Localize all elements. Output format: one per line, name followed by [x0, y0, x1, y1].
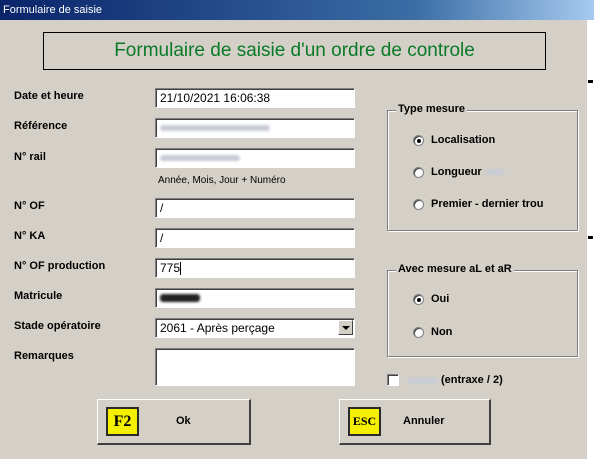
- entraxe-label: (entraxe / 2): [441, 374, 503, 386]
- f2-key-icon: F2: [106, 407, 139, 436]
- ka-field[interactable]: /: [155, 228, 355, 248]
- rail-hint: Année, Mois, Jour + Numéro: [158, 175, 286, 186]
- date-field[interactable]: 21/10/2021 16:06:38: [155, 88, 355, 108]
- form-banner: Formulaire de saisie d'un ordre de contr…: [43, 32, 546, 70]
- reference-redacted: [160, 124, 270, 131]
- stade-select[interactable]: 2061 - Après perçage: [155, 318, 355, 338]
- mesure-al-ar-title: Avec mesure aL et aR: [396, 263, 514, 275]
- ok-button-label: Ok: [176, 415, 191, 427]
- f2-key-text: F2: [113, 412, 132, 430]
- form-banner-title: Formulaire de saisie d'un ordre de contr…: [114, 40, 475, 61]
- remarques-field[interactable]: [155, 348, 355, 386]
- window-title: Formulaire de saisie: [3, 4, 103, 16]
- of-production-field-value: 775: [160, 261, 181, 275]
- cancel-button[interactable]: ESC Annuler: [339, 399, 491, 445]
- rail-field[interactable]: [155, 148, 355, 168]
- edge-tick: [588, 236, 593, 239]
- rail-redacted: [160, 154, 240, 161]
- matricule-label: Matricule: [14, 290, 63, 302]
- edge-tick: [588, 80, 593, 83]
- date-label: Date et heure: [14, 90, 84, 102]
- text-cursor: [180, 262, 182, 276]
- esc-key-icon: ESC: [348, 407, 381, 436]
- radio-button[interactable]: [413, 166, 424, 178]
- radio-label: Longueur: [431, 166, 482, 178]
- radio-button[interactable]: [413, 134, 424, 146]
- radio-premier-dernier-trou[interactable]: Premier - dernier trou: [413, 198, 543, 210]
- radio-label: Non: [431, 326, 453, 338]
- longueur-redacted: [485, 169, 504, 175]
- remarques-label: Remarques: [14, 350, 74, 362]
- mesure-al-ar-group: Avec mesure aL et aR Oui Non: [387, 263, 578, 357]
- radio-button[interactable]: [413, 293, 424, 305]
- radio-label: Localisation: [431, 134, 496, 146]
- date-field-value: 21/10/2021 16:06:38: [160, 91, 271, 105]
- esc-key-text: ESC: [352, 414, 377, 428]
- entraxe-checkbox[interactable]: [387, 374, 399, 386]
- of-field[interactable]: /: [155, 198, 355, 218]
- radio-oui[interactable]: Oui: [413, 293, 449, 305]
- ka-label: N° KA: [14, 230, 46, 242]
- of-field-value: /: [160, 201, 164, 215]
- reference-field[interactable]: [155, 118, 355, 138]
- radio-button[interactable]: [413, 326, 424, 338]
- radio-label: Premier - dernier trou: [431, 198, 544, 210]
- cancel-button-label: Annuler: [403, 415, 445, 427]
- matricule-redacted: [160, 293, 200, 302]
- entraxe-redacted: [407, 378, 437, 384]
- window-title-bar[interactable]: Formulaire de saisie: [0, 0, 594, 20]
- stade-select-value: 2061 - Après perçage: [160, 321, 275, 335]
- radio-label: Oui: [431, 293, 450, 305]
- chevron-down-icon[interactable]: [338, 320, 353, 335]
- radio-button[interactable]: [413, 198, 424, 210]
- of-production-field[interactable]: 775: [155, 258, 355, 278]
- ka-field-value: /: [160, 231, 164, 245]
- of-production-label: N° OF production: [14, 260, 106, 272]
- radio-longueur[interactable]: Longueur: [413, 166, 504, 178]
- type-mesure-group: Type mesure Localisation Longueur Premie…: [387, 103, 578, 231]
- radio-localisation[interactable]: Localisation: [413, 134, 495, 146]
- window-edge-strip: [587, 20, 594, 459]
- of-label: N° OF: [14, 200, 45, 212]
- type-mesure-title: Type mesure: [396, 103, 468, 115]
- stade-label: Stade opératoire: [14, 320, 101, 332]
- ok-button[interactable]: F2 Ok: [97, 399, 251, 445]
- reference-label: Référence: [14, 120, 68, 132]
- rail-label: N° rail: [14, 151, 46, 163]
- radio-non[interactable]: Non: [413, 326, 452, 338]
- matricule-field[interactable]: [155, 288, 355, 308]
